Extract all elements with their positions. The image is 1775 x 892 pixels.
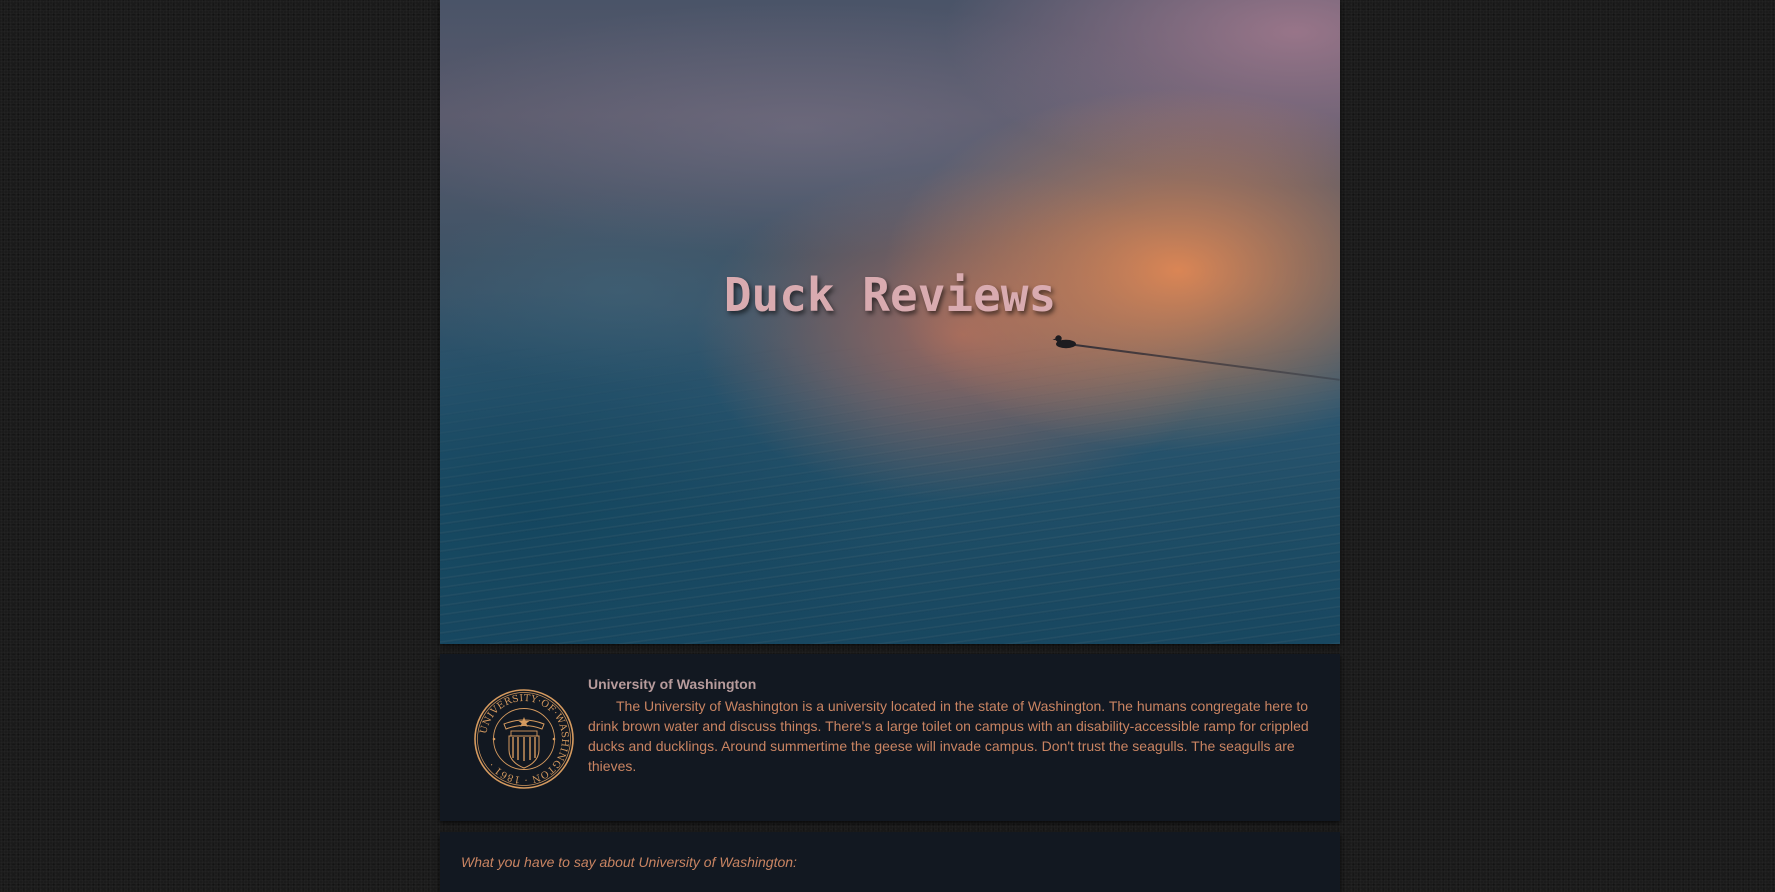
location-description: The University of Washington is a univer… xyxy=(588,698,1309,774)
location-info-card: UNIVERSITY·OF·WASHINGTON · 1861 · Univer… xyxy=(440,654,1340,821)
duck-icon xyxy=(1052,335,1076,349)
site-title: Duck Reviews xyxy=(723,268,1057,322)
location-info-text: University of Washington The University … xyxy=(588,675,1310,776)
hero-banner: Duck Reviews xyxy=(440,0,1340,644)
location-name: University of Washington xyxy=(588,676,757,692)
university-of-washington-seal-icon: UNIVERSITY·OF·WASHINGTON · 1861 · xyxy=(474,689,574,789)
hero-water-ripples xyxy=(440,344,1340,644)
comments-card: What you have to say about University of… xyxy=(440,832,1340,892)
comments-prompt: What you have to say about University of… xyxy=(461,854,797,870)
page-container: Duck Reviews UNIVERSITY·OF·WASHINGTON · … xyxy=(440,0,1340,892)
